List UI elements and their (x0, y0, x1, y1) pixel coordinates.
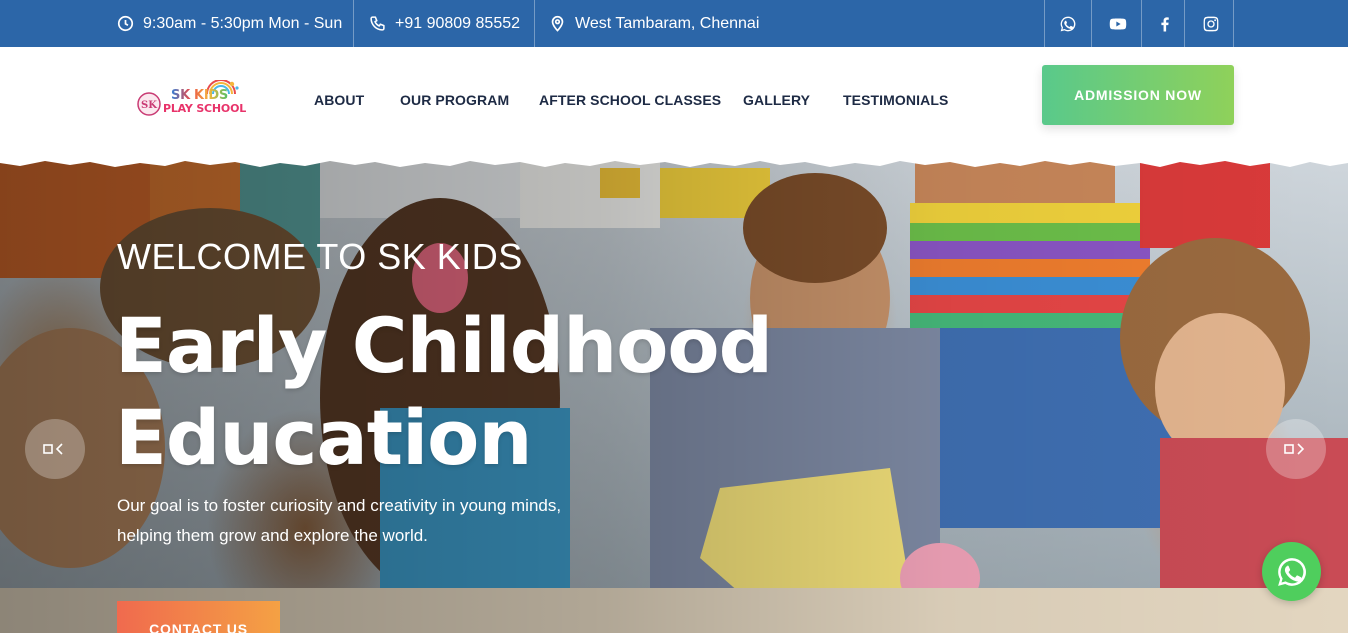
hero-description: Our goal is to foster curiosity and crea… (117, 491, 637, 551)
torn-paper-edge (0, 158, 1348, 167)
whatsapp-chat-button[interactable] (1262, 542, 1321, 601)
whatsapp-icon (1277, 557, 1306, 586)
contact-us-button[interactable]: CONTACT US (117, 601, 280, 633)
nav-about[interactable]: ABOUT (314, 90, 364, 110)
slider-next-button[interactable] (1266, 419, 1326, 479)
hero-headline: Early Childhood Education (115, 300, 815, 484)
hero-description-line2: helping them grow and explore the world. (117, 526, 428, 545)
slider-prev-button[interactable] (25, 419, 85, 479)
hero-headline-line2: Education (115, 393, 532, 482)
nav-our-program[interactable]: OUR PROGRAM (400, 90, 509, 110)
address: West Tambaram, Chennai (549, 0, 759, 47)
divider (353, 0, 354, 47)
clock-icon (117, 15, 134, 32)
youtube-link[interactable] (1094, 0, 1141, 47)
chevron-left-icon (43, 443, 63, 455)
opening-hours: 9:30am - 5:30pm Mon - Sun (117, 0, 342, 47)
address-text: West Tambaram, Chennai (575, 14, 760, 32)
nav-testimonials[interactable]: TESTIMONIALS (843, 90, 948, 110)
opening-hours-text: 9:30am - 5:30pm Mon - Sun (143, 14, 343, 32)
logo-tagline: PLAY SCHOOL (163, 102, 247, 115)
facebook-icon (1160, 16, 1169, 31)
map-pin-icon (551, 15, 564, 32)
chevron-right-icon (1284, 443, 1305, 455)
youtube-icon (1109, 18, 1126, 29)
divider (534, 0, 535, 47)
top-info-bar: 9:30am - 5:30pm Mon - Sun +91 90809 8555… (0, 0, 1348, 47)
nav-gallery[interactable]: GALLERY (743, 90, 810, 110)
facebook-link[interactable] (1141, 0, 1188, 47)
divider (1091, 0, 1092, 47)
whatsapp-link[interactable] (1044, 0, 1091, 47)
instagram-link[interactable] (1187, 0, 1234, 47)
phone-icon (370, 16, 385, 31)
phone-contact[interactable]: +91 90809 85552 (369, 0, 520, 47)
site-logo[interactable]: SK SK KIDS PLAY SCHOOL (137, 80, 247, 120)
whatsapp-icon (1060, 16, 1075, 31)
divider (1233, 0, 1234, 47)
nav-after-school-classes[interactable]: AFTER SCHOOL CLASSES (539, 90, 721, 110)
divider (1184, 0, 1185, 47)
main-header: SK SK KIDS PLAY SCHOOL ABOUT OUR PROGRAM… (0, 47, 1348, 160)
hero-headline-line1: Early Childhood (115, 301, 773, 390)
hero-slider: WELCOME TO SK KIDS Early Childhood Educa… (0, 158, 1348, 633)
logo-name: SK KIDS (171, 88, 228, 103)
hero-description-line1: Our goal is to foster curiosity and crea… (117, 496, 562, 515)
instagram-icon (1203, 16, 1218, 31)
hero-welcome: WELCOME TO SK KIDS (117, 236, 523, 277)
svg-text:SK: SK (141, 100, 157, 111)
admission-now-button[interactable]: ADMISSION NOW (1042, 65, 1234, 125)
phone-number[interactable]: +91 90809 85552 (395, 15, 520, 33)
